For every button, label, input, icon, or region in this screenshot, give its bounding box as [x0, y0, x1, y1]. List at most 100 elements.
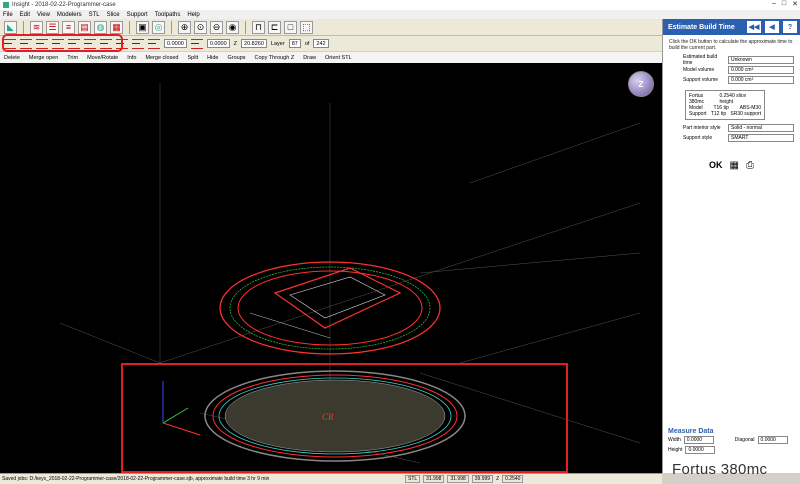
support-style-row: Support style SMART — [663, 133, 800, 143]
sync-icon[interactable]: ◎ — [152, 20, 165, 34]
save-icon[interactable]: ▣ — [136, 20, 149, 34]
ok-button[interactable]: OK — [709, 160, 723, 170]
layer-count-field: 242 — [313, 39, 329, 48]
tool-info[interactable]: Info — [127, 55, 136, 61]
view-iso-icon[interactable]: ⬚ — [300, 20, 313, 34]
app-icon — [3, 2, 9, 8]
tool-merge-closed[interactable]: Merge closed — [145, 55, 178, 61]
toolbar-divider — [129, 20, 130, 34]
tool-delete[interactable]: Delete — [4, 55, 20, 61]
support-label: Support — [689, 111, 707, 117]
support-volume-row: Support volume 0.000 cm³ — [663, 75, 800, 85]
model-volume-label: Model volume — [683, 67, 715, 73]
tool-groups[interactable]: Groups — [227, 55, 245, 61]
hatch-icon[interactable]: ◍ — [94, 20, 107, 34]
status-z-coord: 39.999 — [471, 475, 494, 483]
menu-help[interactable]: Help — [187, 12, 199, 18]
menu-slice[interactable]: Slice — [107, 12, 120, 18]
region-icon[interactable]: ▦ — [110, 20, 123, 34]
diagonal-field: 0.0000 — [757, 436, 788, 444]
tool-trim[interactable]: Trim — [67, 55, 78, 61]
support-tip: T12 tip — [710, 111, 727, 117]
panel-description: Click the OK button to calculate the app… — [669, 39, 793, 51]
panel-header: Estimate Build Time ◀◀ ◀ ? — [663, 19, 800, 35]
tool-orient-stl[interactable]: Orient STL — [325, 55, 352, 61]
menu-bar: File Edit View Modelers STL Slice Suppor… — [0, 10, 800, 19]
app-window: Insight - 2018-02-22-Programmer-case – □… — [0, 0, 800, 484]
title-bar: Insight - 2018-02-22-Programmer-case – □… — [0, 0, 800, 10]
edit-toolbar: Delete Merge open Trim Move/Rotate Info … — [0, 52, 662, 63]
support-icon[interactable]: ≡ — [62, 20, 75, 34]
tool-hide[interactable]: Hide — [207, 55, 218, 61]
menu-edit[interactable]: Edit — [20, 12, 30, 18]
estimated-build-time-value: Unknown — [728, 56, 794, 64]
support-volume-value: 0.000 cm³ — [728, 76, 794, 84]
open-icon[interactable]: ◣ — [4, 20, 17, 34]
layer-label: Layer — [270, 40, 285, 47]
height-field: 0.0000 — [685, 446, 716, 454]
navigation-cube[interactable]: Z — [628, 71, 654, 97]
layers-icon[interactable]: ▤ — [78, 20, 91, 34]
menu-file[interactable]: File — [3, 12, 13, 18]
tool-split[interactable]: Split — [187, 55, 198, 61]
help-icon[interactable]: ? — [783, 21, 797, 33]
close-button[interactable]: ✕ — [792, 0, 798, 8]
layer-field[interactable]: 87 — [288, 39, 301, 48]
tool-move-rotate[interactable]: Move/Rotate — [87, 55, 118, 61]
printer-icon[interactable]: ⎙ — [746, 160, 754, 171]
fortus-brand-label: Fortus 380mc — [672, 461, 768, 478]
z-value-field[interactable]: 20.8260 — [241, 39, 267, 48]
toolbar-highlight — [2, 34, 123, 52]
layer-stack-icon[interactable] — [132, 38, 144, 49]
offset-icon[interactable] — [148, 38, 160, 49]
menu-toolpaths[interactable]: Toolpaths — [155, 12, 181, 18]
offset-2-icon[interactable] — [190, 38, 203, 49]
window-title: Insight - 2018-02-22-Programmer-case — [12, 2, 116, 8]
toolbar-divider — [245, 20, 246, 34]
zoom-fit-icon[interactable]: ◉ — [226, 20, 239, 34]
offset-field-1[interactable]: 0.0000 — [164, 39, 187, 48]
estimated-build-time-row: Estimated build time Unknown — [663, 54, 800, 66]
status-message: Saved jobs: D:/keys_2018-02-22-Programme… — [2, 476, 270, 482]
menu-stl[interactable]: STL — [89, 12, 100, 18]
support-style-label: Support style — [683, 135, 713, 141]
3d-viewport[interactable]: CR Z — [0, 63, 662, 473]
zoom-out-icon[interactable]: ⊖ — [210, 20, 223, 34]
menu-view[interactable]: View — [37, 12, 50, 18]
model-volume-row: Model volume 0.000 cm³ — [663, 65, 800, 75]
minimize-button[interactable]: – — [772, 0, 776, 8]
slice-icon[interactable]: ≋ — [30, 20, 43, 34]
view-side-icon[interactable]: ⊏ — [268, 20, 281, 34]
height-label: Height — [668, 447, 683, 453]
zoom-window-icon[interactable]: ⊙ — [194, 20, 207, 34]
width-label: Width — [668, 437, 681, 443]
measure-title: Measure Data — [668, 428, 714, 435]
back-icon[interactable]: ◀ — [765, 21, 779, 33]
window-controls: – □ ✕ — [772, 0, 798, 8]
support-style-value[interactable]: SMART — [728, 134, 794, 142]
tool-draw[interactable]: Draw — [303, 55, 316, 61]
zoom-in-icon[interactable]: ⊕ — [178, 20, 191, 34]
menu-modelers[interactable]: Modelers — [57, 12, 82, 18]
diagonal-label: Diagonal — [734, 437, 755, 443]
action-row: OK ▦ ⎙ — [663, 157, 800, 173]
rewind-icon[interactable]: ◀◀ — [747, 21, 761, 33]
calculator-icon[interactable]: ▦ — [730, 160, 739, 171]
tool-copy-through-z[interactable]: Copy Through Z — [255, 55, 295, 61]
view-front-icon[interactable]: ⊓ — [252, 20, 265, 34]
maximize-button[interactable]: □ — [782, 0, 786, 8]
menu-support[interactable]: Support — [127, 12, 148, 18]
part-interior-style-value[interactable]: Solid - normal — [728, 124, 794, 132]
support-volume-label: Support volume — [683, 77, 719, 83]
toolpath-icon[interactable]: ☰ — [46, 20, 59, 34]
status-bar: Saved jobs: D:/keys_2018-02-22-Programme… — [0, 473, 662, 484]
part-interior-style-label: Part interior style — [683, 125, 721, 131]
status-z-value: 0.2540 — [502, 475, 524, 483]
measure-width-row: Width 0.0000 Diagonal 0.0000 — [663, 435, 800, 445]
estimated-build-time-label: Estimated build time — [683, 54, 718, 66]
tool-merge-open[interactable]: Merge open — [29, 55, 58, 61]
estimate-build-time-panel: Estimate Build Time ◀◀ ◀ ? Click the OK … — [662, 19, 800, 473]
status-mode: STL — [405, 475, 421, 483]
offset-field-2[interactable]: 0.0000 — [206, 39, 230, 48]
view-top-icon[interactable]: □ — [284, 20, 297, 34]
